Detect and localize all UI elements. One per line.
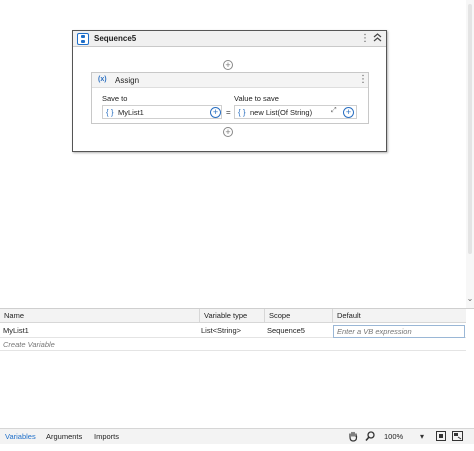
hand-pan-icon[interactable] xyxy=(348,431,358,445)
divider xyxy=(0,350,466,351)
variable-scope-cell[interactable]: Sequence5 xyxy=(265,324,333,338)
magnifier-icon xyxy=(365,431,375,442)
fit-to-screen-icon[interactable] xyxy=(436,431,446,444)
table-row[interactable]: MyList1 List<String> Sequence5 xyxy=(0,324,466,338)
column-header-name[interactable]: Name xyxy=(0,309,200,323)
equals-sign: = xyxy=(226,108,231,117)
value-to-save-label: Value to save xyxy=(234,94,279,103)
scrollbar-thumb[interactable] xyxy=(468,4,472,254)
sequence-collapse-icon[interactable] xyxy=(373,32,382,46)
zoom-level[interactable]: 100% xyxy=(384,432,403,441)
workflow-designer: Sequence5 ⋮ + (x) Assign ⋮ Save to Value… xyxy=(0,0,474,451)
variables-panel: Name Variable type Scope Default MyList1… xyxy=(0,308,474,428)
assign-activity[interactable]: (x) Assign ⋮ Save to Value to save { } M… xyxy=(91,72,369,124)
add-activity-top-icon[interactable]: + xyxy=(223,60,233,70)
save-to-field[interactable]: { } MyList1 xyxy=(102,105,222,119)
save-to-value: MyList1 xyxy=(118,108,144,117)
fit-screen-icon xyxy=(436,431,446,441)
sequence-menu-icon[interactable]: ⋮ xyxy=(360,32,370,45)
bottom-strip xyxy=(0,444,474,451)
zoom-search-icon[interactable] xyxy=(365,431,375,445)
sequence-title: Sequence5 xyxy=(94,34,137,43)
zoom-dropdown-icon[interactable]: ▾ xyxy=(420,431,424,442)
variable-default-input[interactable] xyxy=(333,325,465,338)
value-to-save-field[interactable]: { } new List(Of String) xyxy=(234,105,357,119)
value-to-save-value: new List(Of String) xyxy=(250,108,313,117)
hand-icon xyxy=(349,431,358,442)
sequence-header[interactable]: Sequence5 ⋮ xyxy=(73,31,386,47)
tab-arguments[interactable]: Arguments xyxy=(46,432,82,441)
assign-menu-icon[interactable]: ⋮ xyxy=(358,73,368,86)
canvas-vertical-scrollbar[interactable]: ⌄ xyxy=(466,0,474,308)
column-header-variable-type[interactable]: Variable type xyxy=(200,309,265,323)
variable-name-cell[interactable]: MyList1 xyxy=(1,324,199,338)
tab-imports[interactable]: Imports xyxy=(94,432,119,441)
sequence-icon xyxy=(77,33,89,45)
expand-editor-icon[interactable]: ⤢ xyxy=(331,107,337,115)
create-variable-link[interactable]: Create Variable xyxy=(3,340,55,349)
value-to-save-plus-icon[interactable]: + xyxy=(343,107,354,118)
expression-brace-icon: { } xyxy=(106,108,114,117)
expression-brace-icon: { } xyxy=(238,108,246,117)
column-header-scope[interactable]: Scope xyxy=(265,309,333,323)
chevron-double-up-icon xyxy=(373,33,382,42)
designer-canvas[interactable]: Sequence5 ⋮ + (x) Assign ⋮ Save to Value… xyxy=(0,0,466,308)
variable-type-cell[interactable]: List<String> xyxy=(199,324,264,338)
assign-header[interactable]: (x) Assign ⋮ xyxy=(92,73,368,88)
save-to-label: Save to xyxy=(102,94,128,103)
add-activity-bottom-icon[interactable]: + xyxy=(223,127,233,137)
column-header-default[interactable]: Default xyxy=(333,309,466,323)
variables-table-header: Name Variable type Scope Default xyxy=(0,309,466,323)
assign-icon: (x) xyxy=(98,76,107,83)
overview-icon[interactable] xyxy=(452,431,463,444)
assign-title: Assign xyxy=(115,76,140,85)
sequence-activity[interactable]: Sequence5 ⋮ + (x) Assign ⋮ Save to Value… xyxy=(72,30,387,152)
designer-bottom-bar: Variables Arguments Imports 100% ▾ xyxy=(0,428,474,444)
overview-map-icon xyxy=(452,431,463,441)
scroll-down-icon[interactable]: ⌄ xyxy=(466,293,474,305)
tab-variables[interactable]: Variables xyxy=(5,432,36,441)
save-to-plus-icon[interactable]: + xyxy=(210,107,221,118)
